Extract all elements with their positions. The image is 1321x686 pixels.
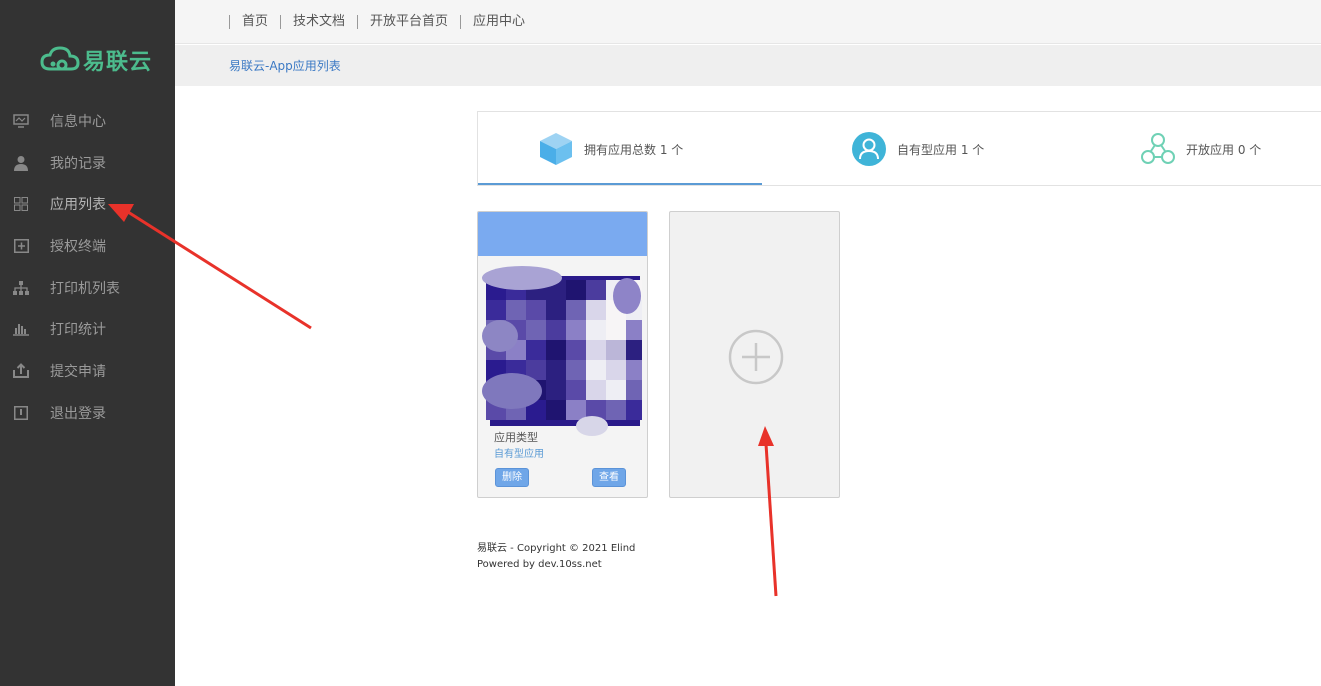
mosaic-tile	[526, 340, 546, 360]
footer-powered-by: Powered by dev.10ss.net	[477, 559, 602, 570]
sidebar-item-label: 信息中心	[50, 113, 106, 130]
sidebar-item-app-list[interactable]: 应用列表	[0, 183, 175, 225]
delete-button[interactable]: 删除	[495, 468, 529, 487]
mosaic-tile	[566, 400, 586, 420]
app-type-value: 自有型应用	[494, 449, 544, 460]
mosaic-tile	[526, 300, 546, 320]
logo[interactable]: 易联云	[40, 44, 152, 76]
cube-icon	[540, 133, 572, 165]
stat-open-label: 开放应用 0 个	[1186, 142, 1262, 157]
mosaic-tile	[566, 380, 586, 400]
sidebar-item-label: 打印机列表	[50, 280, 120, 297]
mosaic-tile	[606, 360, 626, 380]
mosaic-tile	[606, 340, 626, 360]
mosaic-tile	[626, 360, 642, 380]
user-circle-icon	[852, 132, 886, 166]
bar-chart-icon	[12, 320, 30, 338]
topnav-platform-home[interactable]: 开放平台首页	[357, 14, 460, 29]
mosaic-tile	[566, 280, 586, 300]
mosaic-tile	[546, 400, 566, 420]
top-nav-bar: 首页 技术文档 开放平台首页 应用中心	[175, 0, 1321, 44]
grid-icon	[12, 195, 30, 213]
mosaic-tile	[486, 300, 506, 320]
sidebar-item-authorized-terminals[interactable]: 授权终端	[0, 225, 175, 267]
brand-name: 易联云	[83, 50, 153, 75]
sidebar-item-label: 退出登录	[50, 405, 106, 422]
sidebar-item-info-center[interactable]: 信息中心	[0, 100, 175, 142]
stat-total-apps[interactable]: 拥有应用总数 1 个	[538, 112, 683, 186]
mosaic-tile	[586, 360, 606, 380]
sidebar-item-print-stats[interactable]: 打印统计	[0, 308, 175, 350]
sidebar-item-label: 应用列表	[50, 197, 106, 214]
mosaic-tile	[626, 400, 642, 420]
mosaic-tile	[566, 320, 586, 340]
topnav-app-center[interactable]: 应用中心	[460, 14, 537, 29]
breadcrumb-bar: 易联云-App应用列表	[175, 45, 1321, 86]
stats-bar: 拥有应用总数 1 个 自有型应用 1 个 开放应用 0 个	[477, 111, 1321, 186]
plus-circle-icon	[728, 329, 784, 385]
mosaic-tile	[606, 320, 626, 340]
mosaic-tile	[566, 300, 586, 320]
footer-copyright: 易联云 - Copyright © 2021 Elind	[477, 543, 636, 554]
sidebar: 易联云 信息中心 我的记录 应用列表 授权终端 打印机列表 打印统计 提交申请 …	[0, 0, 175, 686]
stat-own-apps[interactable]: 自有型应用 1 个	[851, 112, 984, 186]
view-button[interactable]: 查看	[592, 468, 626, 487]
mosaic-tile	[546, 360, 566, 380]
footer: 易联云 - Copyright © 2021 Elind Powered by …	[477, 541, 635, 573]
user-icon	[12, 154, 30, 172]
app-thumbnail-pixelated	[482, 266, 642, 436]
sidebar-item-submit-application[interactable]: 提交申请	[0, 350, 175, 392]
app-card-header	[478, 212, 647, 256]
mosaic-tile	[586, 380, 606, 400]
sidebar-item-label: 打印统计	[50, 322, 106, 339]
sidebar-item-label: 我的记录	[50, 155, 106, 172]
sidebar-item-label: 授权终端	[50, 238, 106, 255]
topnav-home[interactable]: 首页	[229, 14, 280, 29]
mosaic-tile	[586, 320, 606, 340]
cloud-logo-icon	[40, 46, 80, 71]
network-icon	[12, 279, 30, 297]
stat-total-label: 拥有应用总数 1 个	[584, 142, 684, 157]
sidebar-item-printer-list[interactable]: 打印机列表	[0, 267, 175, 309]
mosaic-tile	[626, 320, 642, 340]
annotation-arrows	[108, 204, 778, 597]
breadcrumb[interactable]: 易联云-App应用列表	[229, 57, 341, 74]
mosaic-tile	[626, 340, 642, 360]
mosaic-tile	[606, 380, 626, 400]
mosaic-tile	[586, 300, 606, 320]
stat-open-apps[interactable]: 开放应用 0 个	[1140, 112, 1261, 186]
app-card[interactable]: 应用类型 自有型应用 删除 查看	[477, 211, 648, 498]
mosaic-tile	[546, 380, 566, 400]
mosaic-tile	[566, 360, 586, 380]
plus-box-icon	[12, 237, 30, 255]
mosaic-tile	[586, 340, 606, 360]
mosaic-tile	[546, 300, 566, 320]
mosaic-tile	[586, 280, 606, 300]
topnav-docs[interactable]: 技术文档	[280, 14, 357, 29]
sidebar-item-my-records[interactable]: 我的记录	[0, 142, 175, 184]
mosaic-tile	[506, 300, 526, 320]
sidebar-nav: 信息中心 我的记录 应用列表 授权终端 打印机列表 打印统计 提交申请 退出登录	[0, 100, 175, 434]
upload-icon	[12, 362, 30, 380]
mosaic-tile	[566, 340, 586, 360]
molecule-icon	[1141, 133, 1175, 164]
sidebar-item-logout[interactable]: 退出登录	[0, 392, 175, 434]
stat-own-label: 自有型应用 1 个	[897, 142, 985, 157]
mosaic-tile	[546, 340, 566, 360]
mosaic-tile	[526, 320, 546, 340]
monitor-icon	[12, 112, 30, 130]
active-tab-indicator	[478, 183, 762, 185]
app-type-label: 应用类型	[494, 431, 538, 444]
exit-icon	[12, 404, 30, 422]
sidebar-item-label: 提交申请	[50, 363, 106, 380]
mosaic-tile	[606, 400, 626, 420]
mosaic-tile	[546, 320, 566, 340]
add-app-card[interactable]	[669, 211, 840, 498]
mosaic-tile	[626, 380, 642, 400]
